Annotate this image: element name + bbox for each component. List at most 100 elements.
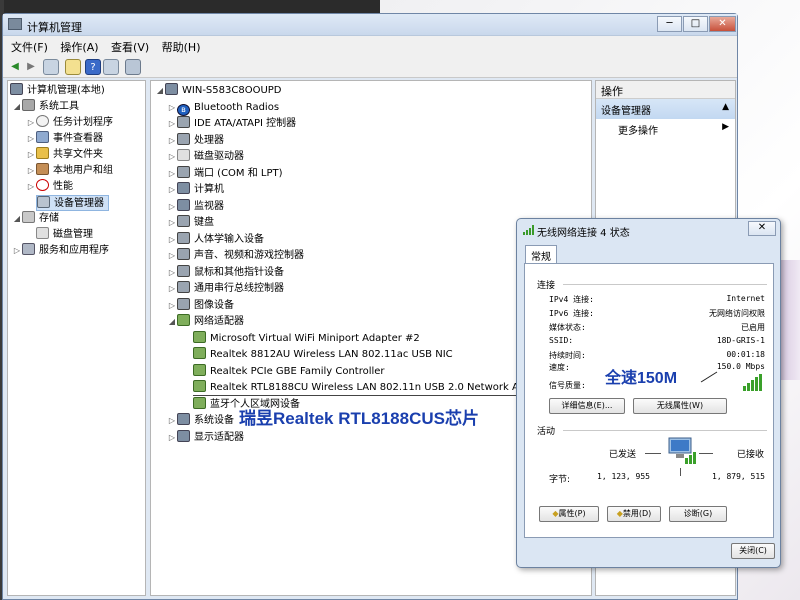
dialog-close-x-button[interactable]: ✕ [748,221,776,236]
device-category-imaging[interactable]: ▷ 图像设备 [167,297,234,314]
tree-item-storage[interactable]: ◢ 存储 [12,211,59,227]
computer-icon [177,182,190,194]
title-bar: 计算机管理 ─ □ ✕ [3,14,737,36]
tree-item-shared-folders[interactable]: ▷ 共享文件夹 [26,147,103,163]
signal-icon [523,225,534,235]
ipv6-value: 无网络访问权限 [709,309,765,318]
network-adapter-icon [193,396,206,409]
actions-section-device-manager[interactable]: 设备管理器 ▲ [596,99,735,119]
collapse-arrow-icon[interactable]: ▷ [26,163,36,179]
tree-item-event-viewer[interactable]: ▷ 事件查看器 [26,131,103,147]
collapse-arrow-icon[interactable]: ▷ [167,182,177,198]
tree-item-performance[interactable]: ▷ 性能 [26,179,73,195]
collapse-triangle-icon[interactable]: ▲ [722,102,729,112]
device-category-keyboards[interactable]: ▷ 键盘 [167,215,214,231]
device-category-cpu[interactable]: ▷ 处理器 [167,132,224,149]
properties-icon[interactable] [103,59,119,75]
tree-item-system-tools[interactable]: ◢ 系统工具 [12,99,79,115]
scan-hardware-icon[interactable] [125,59,141,75]
device-category-disk-drives[interactable]: ▷ 磁盘驱动器 [167,149,244,165]
collapse-arrow-icon[interactable]: ▷ [167,100,177,116]
collapse-arrow-icon[interactable]: ▷ [167,281,177,297]
collapse-arrow-icon[interactable]: ▷ [167,199,177,215]
separator [699,453,713,454]
expand-arrow-icon[interactable]: ◢ [12,99,22,115]
network-adapter-item[interactable]: Realtek 8812AU Wireless LAN 802.11ac USB… [193,347,453,363]
device-category-system[interactable]: ▷ 系统设备 [167,413,234,429]
network-adapter-item[interactable]: Realtek PCIe GBE Family Controller [193,363,385,380]
device-category-mice[interactable]: ▷ 鼠标和其他指针设备 [167,264,284,281]
details-button[interactable]: 详细信息(E)... [549,398,625,414]
separator [680,468,681,476]
forward-arrow-icon[interactable]: ▶ [23,59,39,75]
device-category-sound[interactable]: ▷ 声音、视频和游戏控制器 [167,248,304,264]
back-arrow-icon[interactable]: ◀ [7,59,23,75]
network-adapter-icon [193,363,206,376]
wireless-status-dialog: 无线网络连接 4 状态 ✕ 常规 连接 IPv4 连接: Internet IP… [516,218,781,568]
device-category-display[interactable]: ▷ 显示适配器 [167,429,244,446]
up-level-icon[interactable] [43,59,59,75]
collapse-arrow-icon[interactable]: ▷ [167,116,177,132]
ssid-label: SSID: [549,336,574,345]
collapse-arrow-icon[interactable]: ▷ [167,298,177,314]
expand-arrow-icon[interactable]: ◢ [155,83,165,99]
close-dialog-button[interactable]: 关闭(C) [731,543,775,559]
collapse-arrow-icon[interactable]: ▷ [26,179,36,195]
collapse-arrow-icon[interactable]: ▷ [167,232,177,248]
separator [645,453,661,454]
collapse-arrow-icon[interactable]: ▷ [167,430,177,446]
device-category-computer[interactable]: ▷ 计算机 [167,182,224,198]
network-adapter-icon [177,314,190,326]
properties-button[interactable]: ◆属性(P) [539,506,599,522]
tab-general[interactable]: 常规 [525,245,557,265]
minimize-button[interactable]: ─ [657,16,682,32]
device-root[interactable]: ◢ WIN-S583C8OOUPD [155,83,282,99]
collapse-arrow-icon[interactable]: ▷ [26,147,36,163]
tree-item-services-apps[interactable]: ▷ 服务和应用程序 [12,243,109,259]
collapse-arrow-icon[interactable]: ▷ [26,115,36,131]
tree-item-device-manager[interactable]: 设备管理器 [36,195,109,211]
performance-icon [36,179,49,191]
more-actions-item[interactable]: 更多操作 ▶ [596,119,735,140]
network-adapter-item-rtl8188cu[interactable]: Realtek RTL8188CU Wireless LAN 802.11n U… [193,380,552,396]
help-icon[interactable]: ? [85,59,101,75]
device-category-usb[interactable]: ▷ 通用串行总线控制器 [167,281,284,297]
separator [563,430,767,431]
network-adapter-item[interactable]: Microsoft Virtual WiFi Miniport Adapter … [193,330,420,347]
collapse-arrow-icon[interactable]: ▷ [167,133,177,149]
tree-item-task-scheduler[interactable]: ▷ 任务计划程序 [26,115,113,131]
bytes-label: 字节: [549,475,571,485]
menu-file[interactable]: 文件(F) [9,36,55,55]
wireless-properties-button[interactable]: 无线属性(W) [633,398,727,414]
collapse-arrow-icon[interactable]: ▷ [167,413,177,429]
toolbar: ◀ ▶ ? [3,56,737,78]
general-tab-panel: 连接 IPv4 连接: Internet IPv6 连接: 无网络访问权限 媒体… [524,263,774,538]
collapse-arrow-icon[interactable]: ▷ [167,265,177,281]
expand-arrow-icon[interactable]: ◢ [167,314,177,330]
collapse-arrow-icon[interactable]: ▷ [167,166,177,182]
device-category-ide[interactable]: ▷ IDE ATA/ATAPI 控制器 [167,116,296,132]
close-button[interactable]: ✕ [709,16,736,32]
expand-arrow-icon[interactable]: ◢ [12,211,22,227]
menu-view[interactable]: 查看(V) [109,36,156,55]
device-category-hid[interactable]: ▷ 人体学输入设备 [167,231,264,248]
maximize-button[interactable]: □ [683,16,708,32]
collapse-arrow-icon[interactable]: ▷ [167,149,177,165]
diagnose-button[interactable]: 诊断(G) [669,506,727,522]
device-category-network[interactable]: ◢ 网络适配器 [167,314,244,330]
device-category-ports[interactable]: ▷ 端口 (COM 和 LPT) [167,165,283,182]
tree-item-disk-management[interactable]: 磁盘管理 [36,227,93,243]
navigation-tree: 计算机管理(本地) ◢ 系统工具 ▷ 任务计划程序 ▷ 事件查看器 ▷ 共享文件夹 ▷ 本… [7,80,146,596]
collapse-arrow-icon[interactable]: ▷ [167,248,177,264]
disable-button[interactable]: ◆禁用(D) [607,506,661,522]
device-category-monitors[interactable]: ▷ 监视器 [167,198,224,215]
tree-item-local-users[interactable]: ▷ 本地用户和组 [26,163,113,179]
tree-item-root[interactable]: 计算机管理(本地) [10,83,105,99]
device-category-bluetooth[interactable]: ▷ ʙ Bluetooth Radios [167,100,279,116]
collapse-arrow-icon[interactable]: ▷ [167,215,177,231]
collapse-arrow-icon[interactable]: ▷ [12,243,22,259]
menu-help[interactable]: 帮助(H) [160,36,208,55]
show-hide-tree-icon[interactable] [65,59,81,75]
menu-action[interactable]: 操作(A) [58,36,105,55]
collapse-arrow-icon[interactable]: ▷ [26,131,36,147]
